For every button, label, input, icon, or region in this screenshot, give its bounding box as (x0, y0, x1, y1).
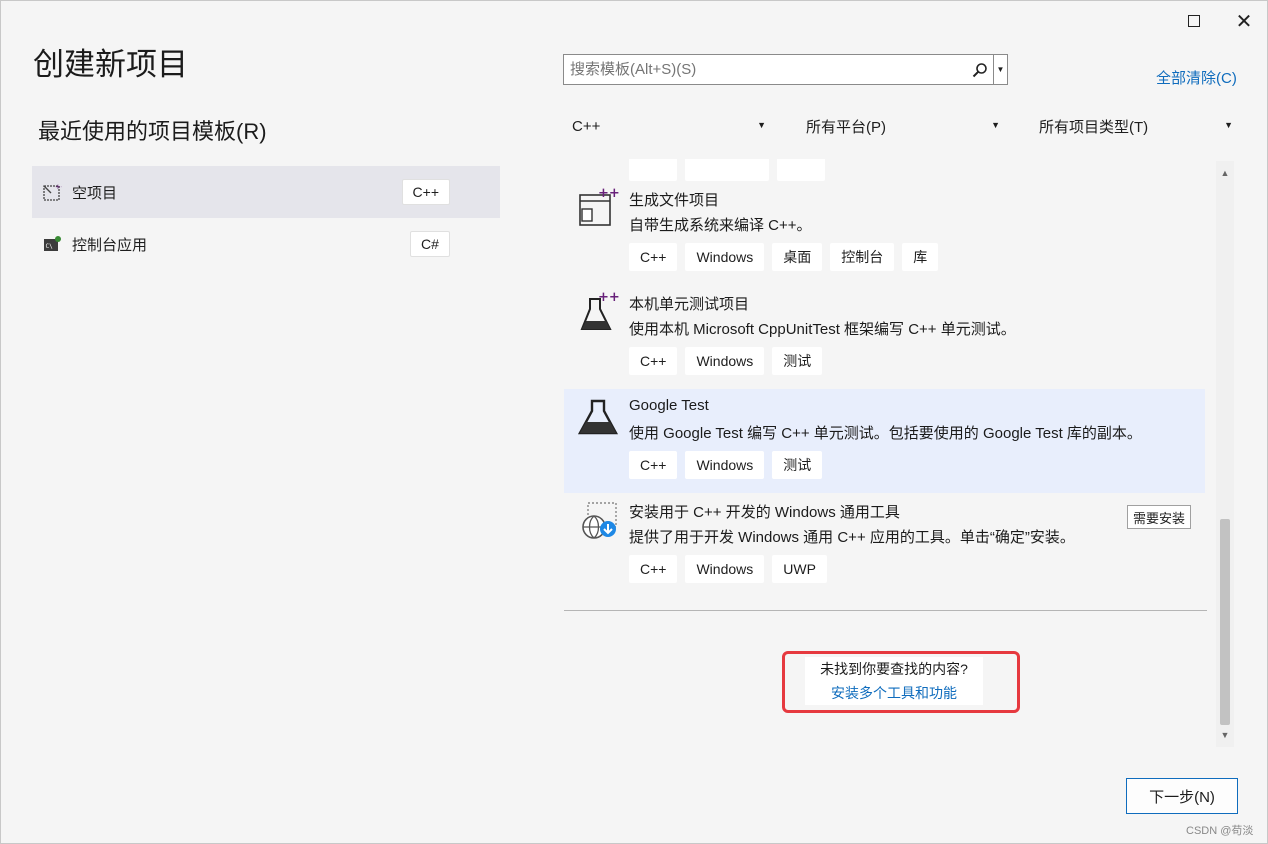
install-uwp-tools-icon (582, 502, 617, 539)
tag: 控制台 (830, 243, 895, 271)
svg-text:++: ++ (55, 183, 62, 191)
template-tags: C++ Windows UWP (629, 555, 827, 583)
clear-all-link[interactable]: 全部清除(C) (1156, 67, 1237, 88)
recent-templates-list: ++ 空项目 C++ C\ 控制台应用 C# (32, 166, 500, 270)
scroll-up-icon[interactable]: ▲ (1216, 163, 1234, 183)
maximize-icon (1188, 15, 1200, 27)
template-item-google-test[interactable]: Google Test 使用 Google Test 编写 C++ 单元测试。包… (564, 389, 1205, 493)
native-unit-test-icon: ++ (580, 291, 620, 330)
tag: 桌面 (772, 243, 823, 271)
template-name: 安装用于 C++ 开发的 Windows 通用工具 (629, 504, 900, 521)
template-tags: C++ Windows 测试 (629, 347, 823, 375)
svg-text:++: ++ (598, 291, 620, 305)
language-filter[interactable]: C++ ▼ (572, 111, 766, 141)
tag: C++ (629, 451, 678, 479)
recent-templates-heading: 最近使用的项目模板(R) (38, 119, 267, 144)
tag: Windows (685, 555, 765, 583)
search-history-dropdown[interactable]: ▼ (993, 55, 1007, 84)
search-input[interactable] (564, 55, 967, 84)
template-description: 使用 Google Test 编写 C++ 单元测试。包括要使用的 Google… (629, 425, 1142, 442)
recent-item-label: 空项目 (72, 184, 118, 202)
maximize-button[interactable] (1179, 7, 1209, 35)
template-description: 自带生成系统来编译 C++。 (629, 217, 812, 234)
template-item-makefile[interactable]: ++ 生成文件项目 自带生成系统来编译 C++。 C++ Windows 桌面 … (564, 181, 1205, 285)
template-name: 本机单元测试项目 (629, 296, 750, 313)
next-button[interactable]: 下一步(N) (1126, 778, 1238, 814)
install-required-badge: 需要安装 (1126, 505, 1191, 529)
svg-text:++: ++ (598, 187, 620, 201)
tag: 测试 (772, 347, 823, 375)
template-name: Google Test (629, 397, 709, 414)
empty-project-icon: ++ (43, 183, 62, 201)
recent-item-console-app[interactable]: C\ 控制台应用 C# (32, 218, 500, 270)
language-badge: C++ (401, 179, 450, 205)
tag: 库 (902, 243, 939, 271)
scroll-down-icon[interactable]: ▼ (1216, 725, 1234, 745)
makefile-project-icon: ++ (579, 187, 620, 226)
close-icon: ✕ (1235, 10, 1253, 33)
template-search: ▼ (563, 54, 1008, 85)
svg-text:C\: C\ (46, 243, 54, 250)
language-badge: C# (410, 231, 450, 257)
not-found-question: 未找到你要查找的内容? (820, 661, 968, 677)
recent-item-label: 控制台应用 (72, 236, 148, 254)
tag: Windows (685, 243, 765, 271)
search-button[interactable] (967, 55, 993, 84)
tag: Windows (685, 451, 765, 479)
tag: C++ (629, 347, 678, 375)
not-found-panel: 未找到你要查找的内容? 安装多个工具和功能 (805, 657, 983, 705)
search-icon (972, 62, 987, 77)
not-found-highlight: 未找到你要查找的内容? 安装多个工具和功能 (782, 651, 1020, 713)
template-name: 生成文件项目 (629, 192, 720, 209)
recent-item-empty-project[interactable]: ++ 空项目 C++ (32, 166, 500, 218)
template-list-scrollbar[interactable]: ▲ ▼ (1216, 161, 1234, 747)
tag: C++ (629, 243, 678, 271)
google-test-icon (578, 399, 619, 435)
chevron-down-icon: ▼ (1224, 120, 1233, 130)
previous-item-tags-clipped (629, 159, 825, 181)
tag: 测试 (772, 451, 823, 479)
template-list: ++ 生成文件项目 自带生成系统来编译 C++。 C++ Windows 桌面 … (564, 159, 1209, 611)
template-description: 使用本机 Microsoft CppUnitTest 框架编写 C++ 单元测试… (629, 321, 1016, 338)
project-type-filter-value: 所有项目类型(T) (1039, 118, 1149, 136)
tag: Windows (685, 347, 765, 375)
template-tags: C++ Windows 桌面 控制台 库 (629, 243, 939, 271)
scrollbar-thumb[interactable] (1220, 519, 1230, 725)
chevron-down-icon: ▼ (996, 65, 1005, 74)
template-item-uwp-tools[interactable]: 安装用于 C++ 开发的 Windows 通用工具 需要安装 提供了用于开发 W… (564, 493, 1205, 597)
template-description: 提供了用于开发 Windows 通用 C++ 应用的工具。单击“确定”安装。 (629, 529, 1075, 546)
platform-filter[interactable]: 所有平台(P) ▼ (806, 111, 1000, 141)
project-type-filter[interactable]: 所有项目类型(T) ▼ (1039, 111, 1233, 141)
language-filter-value: C++ (572, 117, 601, 135)
page-title: 创建新项目 (33, 47, 188, 82)
close-button[interactable]: ✕ (1229, 7, 1259, 35)
chevron-down-icon: ▼ (991, 120, 1000, 130)
template-tags: C++ Windows 测试 (629, 451, 823, 479)
watermark: CSDN @苟淡 (1186, 825, 1254, 837)
tag: C++ (629, 555, 678, 583)
create-project-dialog: ✕ 创建新项目 最近使用的项目模板(R) ++ 空项目 C++ C\ 控制台应用… (0, 0, 1268, 844)
list-divider (564, 610, 1207, 611)
platform-filter-value: 所有平台(P) (806, 118, 886, 136)
chevron-down-icon: ▼ (757, 120, 766, 130)
install-tools-link[interactable]: 安装多个工具和功能 (805, 683, 983, 703)
tag: UWP (772, 555, 827, 583)
template-item-native-unit-test[interactable]: ++ 本机单元测试项目 使用本机 Microsoft CppUnitTest 框… (564, 285, 1205, 389)
console-app-icon: C\ (44, 236, 61, 251)
